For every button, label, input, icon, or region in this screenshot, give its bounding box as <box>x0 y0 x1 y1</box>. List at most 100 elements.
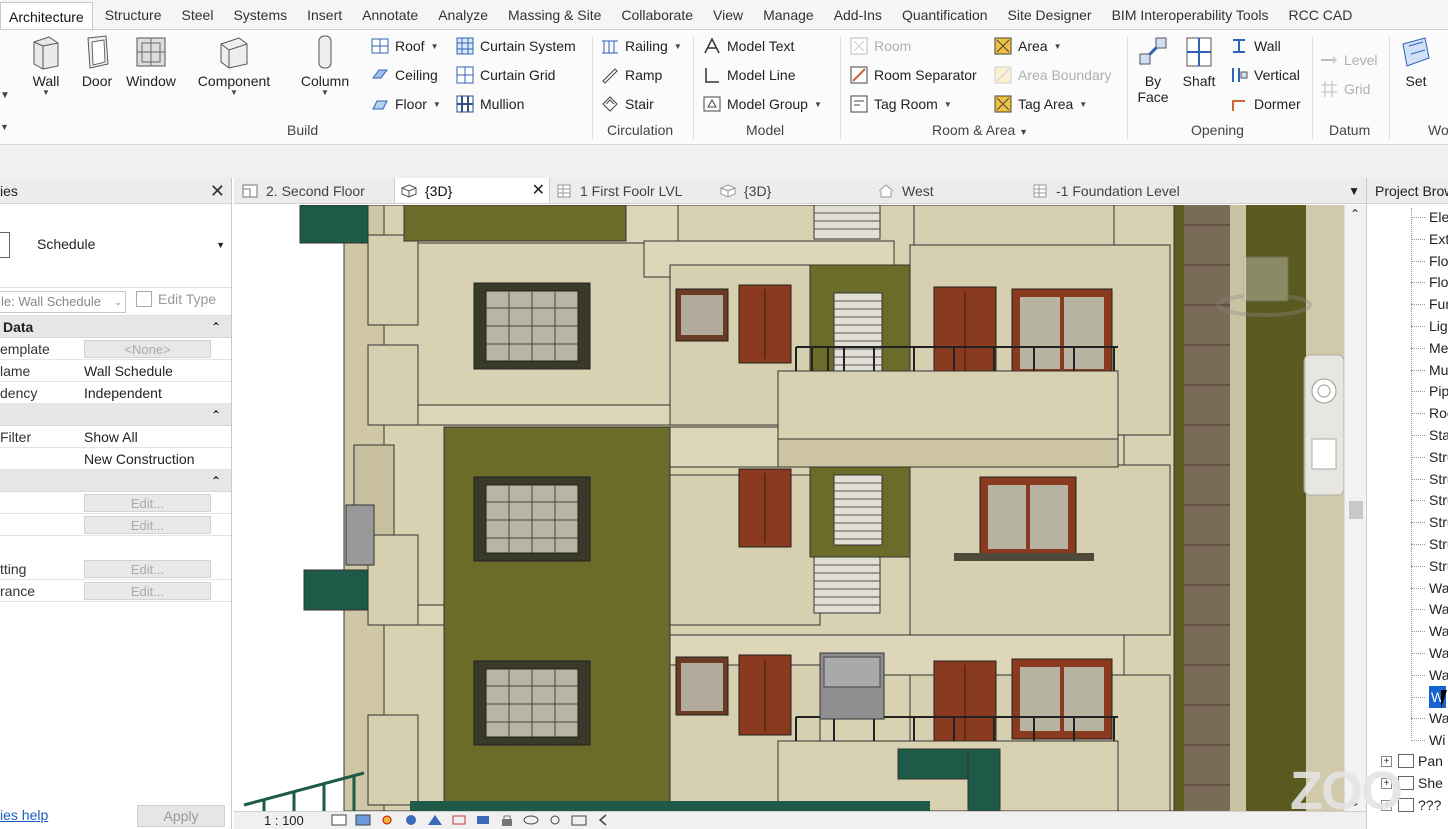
room-separator-button[interactable]: Room Separator <box>850 63 977 87</box>
column-button[interactable]: Column ▼ <box>297 34 353 97</box>
tab-3d[interactable]: {3D} <box>720 178 840 203</box>
browser-tree-item[interactable]: Ele <box>1410 206 1448 228</box>
mullion-button[interactable]: Mullion <box>456 92 524 116</box>
floor-dropdown-icon[interactable]: ▼ <box>433 100 441 109</box>
ceiling-button[interactable]: Ceiling <box>371 63 438 87</box>
browser-tree-item[interactable]: Wa <box>1410 577 1448 599</box>
wall-opening-button[interactable]: Wall <box>1230 34 1281 58</box>
dormer-button[interactable]: Dormer <box>1230 92 1301 116</box>
shaft-button[interactable]: Shaft <box>1178 34 1220 89</box>
level-button[interactable]: Level <box>1320 48 1377 72</box>
set-workplane-button[interactable]: Set <box>1396 34 1436 89</box>
formatting-edit-button[interactable]: Edit... <box>84 560 211 578</box>
section-identity-data[interactable]: Data ⌃ <box>0 316 231 338</box>
browser-tree-item[interactable]: Fur <box>1411 293 1448 315</box>
tab-second-floor[interactable]: 2. Second Floor <box>242 178 392 203</box>
area-button[interactable]: Area ▼ <box>994 34 1062 58</box>
browser-tree-item[interactable]: Wa <box>1410 664 1448 686</box>
visual-style-icon[interactable] <box>354 813 372 827</box>
chevron-down-icon[interactable]: ⌄ <box>114 292 122 312</box>
browser-tree-item[interactable]: Me <box>1410 337 1448 359</box>
ramp-button[interactable]: Ramp <box>601 63 662 87</box>
browser-tree-item[interactable]: Mu <box>1410 359 1448 381</box>
ribbon-tab-annotate[interactable]: Annotate <box>354 1 426 29</box>
door-button[interactable]: Door <box>78 34 116 89</box>
ribbon-tab-systems[interactable]: Systems <box>225 1 295 29</box>
ribbon-tab-insert[interactable]: Insert <box>299 1 350 29</box>
type-selector[interactable]: Schedule ▼ <box>0 204 231 288</box>
appearance-edit-button[interactable]: Edit... <box>84 582 211 600</box>
column-dropdown-icon[interactable]: ▼ <box>297 89 353 97</box>
ribbon-tab-add-ins[interactable]: Add-Ins <box>826 1 890 29</box>
chevron-down-icon[interactable]: ▼ <box>0 90 10 101</box>
browser-tree-item[interactable]: Wa <box>1410 642 1448 664</box>
ribbon-tab-massing-site[interactable]: Massing & Site <box>500 1 609 29</box>
browser-tree-item[interactable]: Sta <box>1410 424 1448 446</box>
sun-path-icon[interactable] <box>378 813 396 827</box>
browser-tree-item[interactable]: Stru <box>1411 489 1448 511</box>
scroll-up-icon[interactable]: ⌃ <box>1350 207 1360 221</box>
browser-tree-item[interactable]: Wi <box>1410 729 1445 751</box>
browser-tree-item[interactable]: Flo <box>1410 271 1448 293</box>
browser-tree-item[interactable]: Ext <box>1410 228 1448 250</box>
close-icon[interactable]: ✕ <box>210 178 225 204</box>
grid-button[interactable]: Grid <box>1320 77 1370 101</box>
by-face-button[interactable]: By Face <box>1134 34 1172 105</box>
browser-tree-item[interactable]: Wa <box>1410 620 1448 642</box>
model-group-dropdown-icon[interactable]: ▼ <box>814 100 822 109</box>
detail-level-icon[interactable] <box>330 813 348 827</box>
ribbon-tab-architecture[interactable]: Architecture <box>0 2 93 29</box>
close-tab-icon[interactable]: ✕ <box>532 178 545 203</box>
window-button[interactable]: Window <box>124 34 178 89</box>
room-area-group-label[interactable]: Room & Area ▼ <box>932 122 1028 138</box>
roof-button[interactable]: Roof ▼ <box>371 34 439 58</box>
ribbon-tab-structure[interactable]: Structure <box>97 1 170 29</box>
roof-dropdown-icon[interactable]: ▼ <box>431 42 439 51</box>
stair-button[interactable]: Stair <box>601 92 654 116</box>
wall-button[interactable]: Wall ▼ <box>26 34 66 97</box>
tag-area-dropdown-icon[interactable]: ▼ <box>1079 100 1087 109</box>
ribbon-tab-rcc-cad[interactable]: RCC CAD <box>1281 1 1361 29</box>
component-button[interactable]: Component ▼ <box>194 34 274 97</box>
floor-button[interactable]: Floor ▼ <box>371 92 441 116</box>
model-text-button[interactable]: Model Text <box>703 34 794 58</box>
section-phasing[interactable]: ⌃ <box>0 404 231 426</box>
browser-tree-item[interactable]: Stru <box>1411 468 1448 490</box>
railing-button[interactable]: Railing ▼ <box>601 34 682 58</box>
section-other[interactable]: ⌃ <box>0 470 231 492</box>
area-dropdown-icon[interactable]: ▼ <box>1054 42 1062 51</box>
vertical-opening-button[interactable]: Vertical <box>1230 63 1300 87</box>
reveal-hidden-icon[interactable] <box>546 813 564 827</box>
collapse-viewbar-icon[interactable] <box>594 813 612 827</box>
ribbon-tab-quantification[interactable]: Quantification <box>894 1 996 29</box>
show-crop-icon[interactable] <box>474 813 492 827</box>
curtain-system-button[interactable]: Curtain System <box>456 34 576 58</box>
phase-filter-field[interactable]: Show All <box>84 426 225 448</box>
browser-tree-item[interactable]: Wa <box>1410 707 1448 729</box>
browser-tree-item[interactable]: Stru <box>1411 555 1448 577</box>
collapse-icon[interactable]: ⌃ <box>211 404 221 426</box>
tab-first-floor[interactable]: 1 First Foolr LVL <box>556 178 706 203</box>
curtain-grid-button[interactable]: Curtain Grid <box>456 63 555 87</box>
apply-button[interactable]: Apply <box>137 805 225 827</box>
edit-type-button[interactable]: Edit Type <box>136 291 216 307</box>
tag-room-dropdown-icon[interactable]: ▼ <box>944 100 952 109</box>
ribbon-tab-manage[interactable]: Manage <box>755 1 822 29</box>
tab-3d-active[interactable]: {3D} ✕ <box>394 178 550 203</box>
component-dropdown-icon[interactable]: ▼ <box>194 89 274 97</box>
render-icon[interactable] <box>426 813 444 827</box>
view-template-button[interactable]: <None> <box>84 340 211 358</box>
tab-west[interactable]: West <box>878 178 1018 203</box>
temporary-hide-icon[interactable] <box>522 813 540 827</box>
ribbon-tab-bim-interoperability-tools[interactable]: BIM Interoperability Tools <box>1104 1 1277 29</box>
ribbon-tab-steel[interactable]: Steel <box>174 1 222 29</box>
model-group-button[interactable]: Model Group ▼ <box>703 92 822 116</box>
tab-menu-icon[interactable]: ▼ <box>1348 178 1360 203</box>
properties-help-link[interactable]: ies help <box>0 807 48 823</box>
browser-tree-item[interactable]: Flo <box>1410 250 1448 272</box>
lock-view-icon[interactable] <box>498 813 516 827</box>
tag-area-button[interactable]: Tag Area ▼ <box>994 92 1087 116</box>
view-scale[interactable]: 1 : 100 <box>264 813 304 828</box>
browser-tree-item[interactable]: Roo <box>1411 402 1448 424</box>
area-boundary-button[interactable]: Area Boundary <box>994 63 1111 87</box>
